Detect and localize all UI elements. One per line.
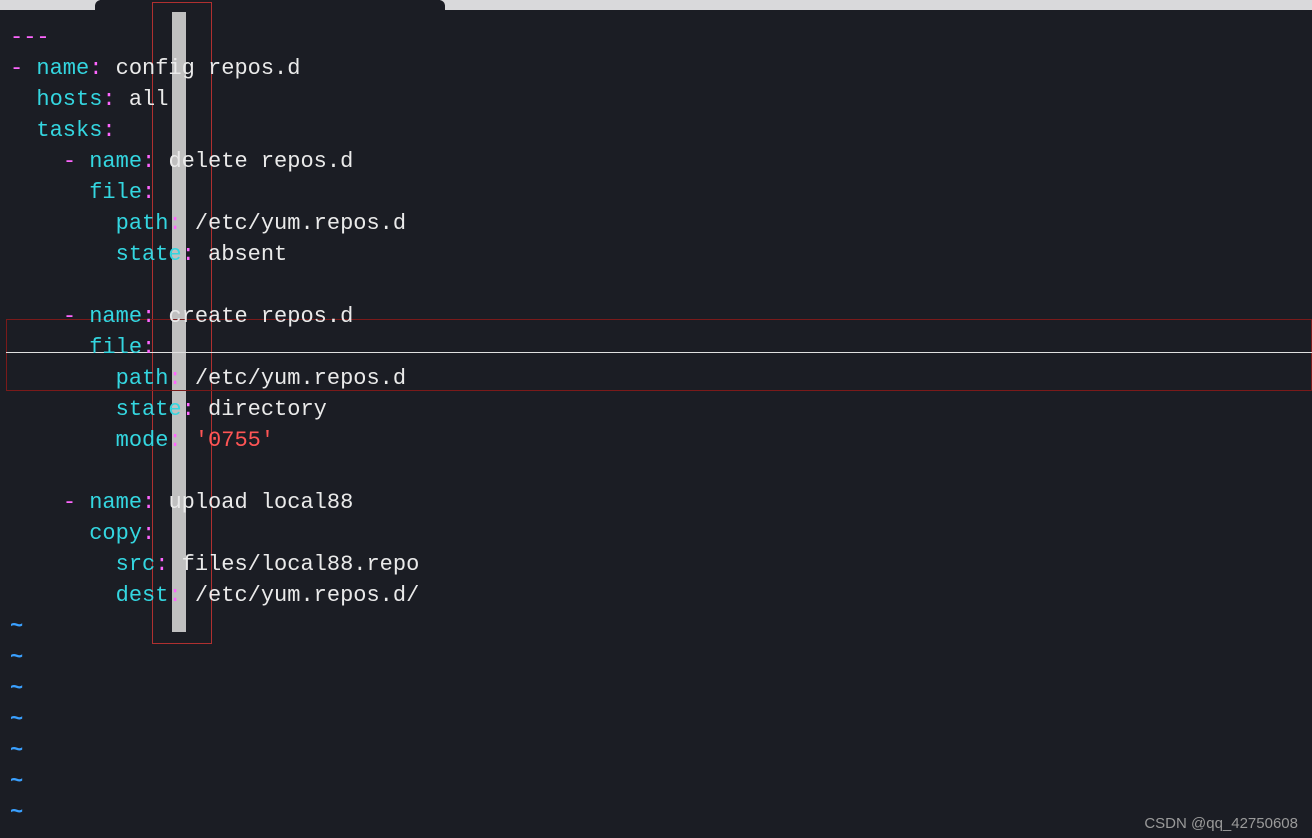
code-block[interactable]: --- - name: config repos.d hosts: all ta… bbox=[10, 22, 419, 838]
tilde-line: ~ bbox=[10, 645, 23, 670]
task3-name: upload local88 bbox=[168, 490, 353, 515]
tilde-line: ~ bbox=[10, 707, 23, 732]
task3-src: files/local88.repo bbox=[182, 552, 420, 577]
task1-name: delete repos.d bbox=[168, 149, 353, 174]
task2-mode: '0755' bbox=[195, 428, 274, 453]
yaml-doc-start: --- bbox=[10, 25, 50, 50]
hosts-value: all bbox=[129, 87, 169, 112]
active-tab-notch bbox=[100, 0, 440, 10]
task1-state: absent bbox=[208, 242, 287, 267]
tilde-line: ~ bbox=[10, 738, 23, 763]
play-name: config repos.d bbox=[116, 56, 301, 81]
task1-path: /etc/yum.repos.d bbox=[195, 211, 406, 236]
task2-name: create repos.d bbox=[168, 304, 353, 329]
task3-dest: /etc/yum.repos.d/ bbox=[195, 583, 419, 608]
tilde-line: ~ bbox=[10, 800, 23, 825]
vim-editor[interactable]: --- - name: config repos.d hosts: all ta… bbox=[0, 0, 1312, 838]
watermark: CSDN @qq_42750608 bbox=[1144, 815, 1298, 832]
tilde-line: ~ bbox=[10, 769, 23, 794]
task2-state: directory bbox=[208, 397, 327, 422]
tilde-line: ~ bbox=[10, 676, 23, 701]
tilde-line: ~ bbox=[10, 614, 23, 639]
task2-path: /etc/yum.repos.d bbox=[195, 366, 406, 391]
tilde-line: ~ bbox=[10, 831, 23, 838]
